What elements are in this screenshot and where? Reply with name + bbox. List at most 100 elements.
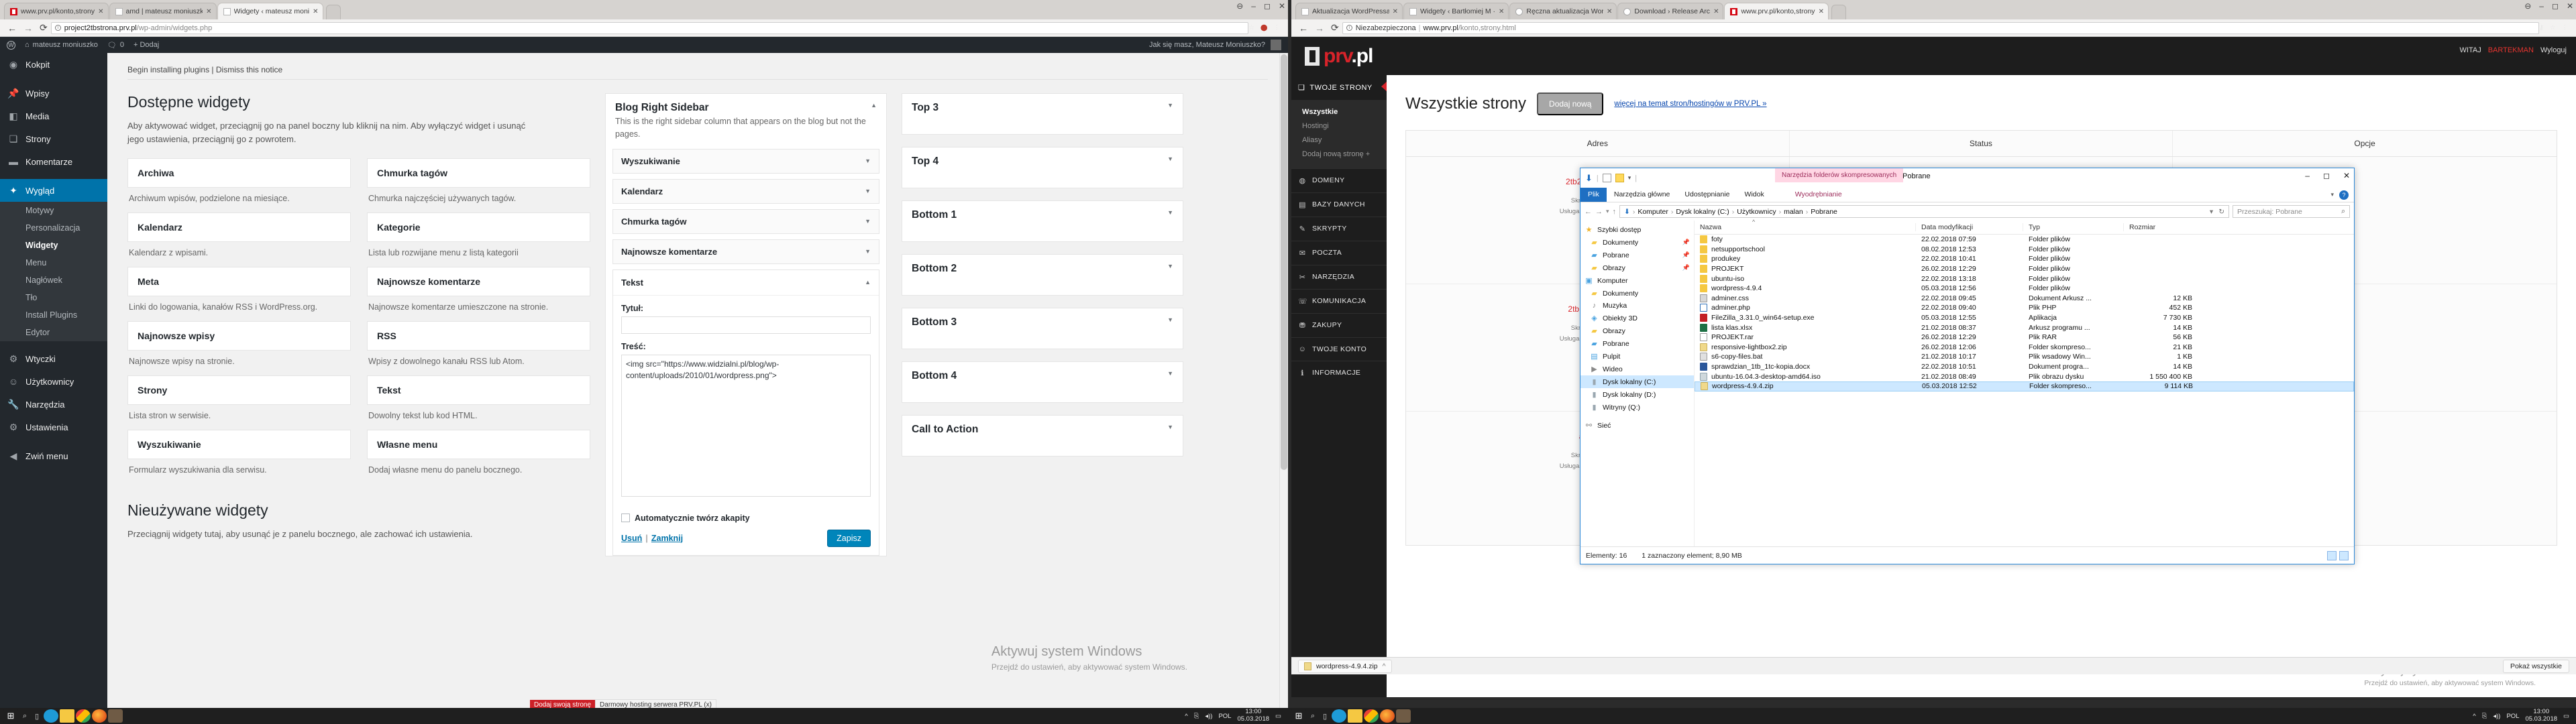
sidebar-item-narzedzia[interactable]: 🔧 Narzędzia bbox=[0, 393, 107, 416]
file-row[interactable]: lista klas.xlsx 21.02.2018 08:37 Arkusz pr… bbox=[1695, 322, 2354, 333]
close-icon[interactable]: ✕ bbox=[206, 8, 211, 15]
explorer-icon[interactable] bbox=[60, 709, 74, 723]
properties-icon[interactable] bbox=[1602, 174, 1611, 182]
taskview-icon[interactable]: ▯ bbox=[1319, 712, 1331, 721]
chevron-down-icon[interactable]: ▾ bbox=[2210, 208, 2213, 216]
sidebar-item-skrypty[interactable]: ✎ SKRYPTY bbox=[1291, 216, 1387, 241]
checkbox-icon[interactable] bbox=[621, 514, 630, 522]
ribbon-tab-plik[interactable]: Plik bbox=[1580, 188, 1607, 202]
sidebar-item-informacje[interactable]: ℹ INFORMACJE bbox=[1291, 360, 1387, 385]
widget-area-call-to-action[interactable]: Call to Action ▼ bbox=[902, 415, 1183, 457]
file-row[interactable]: produkey 22.02.2018 10:41 Folder plików bbox=[1695, 254, 2354, 264]
minimize-button[interactable]: – bbox=[1251, 1, 1256, 11]
file-row[interactable]: PROJEKT 26.02.2018 12:29 Folder plików bbox=[1695, 264, 2354, 274]
tree-item-komputer[interactable]: ▣ Komputer bbox=[1580, 274, 1694, 287]
chevron-down-icon[interactable]: ▾ bbox=[2330, 191, 2334, 198]
sidebar-item-twoje-strony[interactable]: ❏ TWOJE STRONY bbox=[1291, 75, 1387, 100]
file-row[interactable]: PROJEKT.rar 26.02.2018 12:29 Plik RAR 56 KB bbox=[1695, 333, 2354, 343]
breadcrumb[interactable]: ⬇ › Komputer › Dysk lokalny (C:) › Użytkow… bbox=[1619, 205, 2229, 218]
forward-icon[interactable]: → bbox=[1315, 23, 1324, 34]
file-row[interactable]: FileZilla_3.31.0_win64-setup.exe 05.03.20… bbox=[1695, 313, 2354, 323]
account-icon[interactable]: ⊖ bbox=[1236, 1, 1243, 11]
tree-item-pobrane-2[interactable]: ▰ Pobrane bbox=[1580, 337, 1694, 350]
browser-tab[interactable]: www.prv.pl/konto,strony ✕ bbox=[4, 3, 109, 19]
widget-row[interactable]: Chmurka tagów ▼ bbox=[612, 208, 879, 234]
chevron-down-icon[interactable]: ▼ bbox=[1167, 209, 1173, 216]
firefox-icon[interactable] bbox=[92, 709, 107, 723]
close-icon[interactable]: ✕ bbox=[1607, 8, 1612, 15]
tree-item-dokumenty-2[interactable]: ▰ Dokumenty bbox=[1580, 287, 1694, 300]
widget-card[interactable]: Tekst Dowolny tekst lub kod HTML. bbox=[367, 375, 590, 420]
chevron-down-icon[interactable]: ▼ bbox=[1167, 316, 1173, 323]
chevron-down-icon[interactable]: ▼ bbox=[865, 158, 871, 164]
chevron-down-icon[interactable]: ▼ bbox=[865, 248, 871, 255]
sidebar-item-domeny[interactable]: ◍ DOMENY bbox=[1291, 168, 1387, 192]
bookmark-star-icon[interactable]: ☆ bbox=[1248, 24, 1254, 32]
tree-item-obiekty-3d[interactable]: ◈ Obiekty 3D bbox=[1580, 312, 1694, 324]
sidebar-item-wpisy[interactable]: 📌 Wpisy bbox=[0, 82, 107, 105]
tree-item-wideo[interactable]: ▶ Wideo bbox=[1580, 363, 1694, 375]
sidebar-subitem-naglowek[interactable]: Nagłówek bbox=[0, 272, 107, 289]
start-icon[interactable]: ⊞ bbox=[1291, 709, 1306, 723]
tree-item-obrazy[interactable]: ▰ Obrazy 📌 bbox=[1580, 261, 1694, 274]
widget-card[interactable]: Własne menu Dodaj własne menu do panelu b… bbox=[367, 430, 590, 475]
sidebar-item-komentarze[interactable]: ▬ Komentarze bbox=[0, 150, 107, 173]
chevron-down-icon[interactable]: ▼ bbox=[865, 218, 871, 225]
bookmark-star-icon[interactable]: ☆ bbox=[2550, 24, 2556, 32]
widget-card[interactable]: Najnowsze komentarze Najnowsze komentarze… bbox=[367, 267, 590, 312]
chevron-down-icon[interactable]: ▼ bbox=[1167, 102, 1173, 109]
title-input[interactable] bbox=[621, 316, 871, 334]
wp-comments-count[interactable]: 🗨 0 bbox=[107, 41, 124, 50]
search-icon[interactable]: ⌕ bbox=[19, 712, 31, 721]
widget-card[interactable]: Meta Linki do logowania, kanałów RSS i Wo… bbox=[127, 267, 351, 312]
breadcrumb-item[interactable]: malan bbox=[1784, 208, 1803, 216]
browser-tab-active[interactable]: Widgety ‹ mateusz moni ✕ bbox=[217, 3, 323, 19]
close-button[interactable]: ✕ bbox=[1279, 1, 1285, 11]
notifications-icon[interactable]: ▭ bbox=[2563, 713, 2569, 720]
gimp-icon[interactable] bbox=[108, 709, 123, 723]
show-all-downloads-button[interactable]: Pokaż wszystkie bbox=[2502, 659, 2569, 673]
forward-icon[interactable]: → bbox=[1595, 208, 1603, 216]
autop-checkbox-row[interactable]: Automatycznie twórz akapity bbox=[613, 507, 879, 523]
edge-icon[interactable] bbox=[1332, 709, 1346, 723]
sidebar-item-collapse[interactable]: ◀ Zwiń menu bbox=[0, 444, 107, 467]
file-row[interactable]: ubuntu-16.04.3-desktop-amd64.iso 21.02.20… bbox=[1695, 371, 2354, 381]
admin-notice[interactable]: Begin installing plugins | Dismiss this … bbox=[127, 65, 1268, 80]
chevron-down-icon[interactable]: ▼ bbox=[1167, 156, 1173, 162]
column-header-rozmiar[interactable]: Rozmiar bbox=[2124, 223, 2198, 231]
chevron-down-icon[interactable]: ▼ bbox=[1167, 370, 1173, 377]
notifications-icon[interactable]: ▭ bbox=[1275, 713, 1281, 720]
network-icon[interactable]: ⎘ bbox=[2482, 713, 2487, 720]
chevron-down-icon[interactable]: ▾ bbox=[1628, 174, 1631, 182]
prv-logo[interactable]: prv.pl bbox=[1291, 45, 1385, 68]
volume-icon[interactable]: ◂)) bbox=[2493, 713, 2500, 720]
sidebar-subitem-install-plugins[interactable]: Install Plugins bbox=[0, 306, 107, 324]
details-view-button[interactable] bbox=[2327, 550, 2337, 560]
file-row[interactable]: netsupportschool 08.02.2018 12:53 Folder p… bbox=[1695, 245, 2354, 255]
close-icon[interactable]: ✕ bbox=[98, 8, 103, 15]
address-bar[interactable]: i project2tbstrona.prv.pl /wp-admin/widg… bbox=[50, 21, 1249, 34]
subitem-wszystkie[interactable]: Wszystkie bbox=[1302, 105, 1387, 119]
widget-card[interactable]: Kalendarz Kalendarz z wpisami. bbox=[127, 213, 351, 257]
explorer-icon[interactable] bbox=[1348, 709, 1362, 723]
close-button[interactable]: ✕ bbox=[2343, 171, 2350, 180]
breadcrumb-item[interactable]: Dysk lokalny (C:) bbox=[1676, 208, 1729, 216]
sidebar-item-strony[interactable]: ❏ Strony bbox=[0, 127, 107, 150]
body-textarea[interactable]: <img src="https://www.widzialni.pl/blog/… bbox=[621, 354, 871, 497]
info-icon[interactable]: i bbox=[54, 25, 61, 31]
language-indicator[interactable]: POL bbox=[2506, 713, 2519, 720]
new-folder-icon[interactable] bbox=[1615, 174, 1624, 182]
breadcrumb-item[interactable]: Komputer bbox=[1638, 208, 1668, 216]
sidebar-item-poczta[interactable]: ✉ POCZTA bbox=[1291, 240, 1387, 265]
close-icon[interactable]: ✕ bbox=[1393, 8, 1398, 15]
tree-item-witryny-q[interactable]: ▮ Witryny (Q:) bbox=[1580, 401, 1694, 414]
tree-item-dokumenty[interactable]: ▰ Dokumenty 📌 bbox=[1580, 236, 1694, 249]
subitem-aliasy[interactable]: Aliasy bbox=[1302, 133, 1387, 147]
back-icon[interactable]: ← bbox=[1585, 208, 1592, 216]
clock[interactable]: 13:00 05.03.2018 bbox=[1237, 708, 1269, 723]
tree-item-muzyka[interactable]: ♪ Muzyka bbox=[1580, 300, 1694, 312]
taskview-icon[interactable]: ▯ bbox=[31, 712, 43, 721]
ribbon-tab-wyodrebnianie[interactable]: Wyodrębnianie bbox=[1788, 188, 1849, 202]
file-row[interactable]: foty 22.02.2018 07:59 Folder plików bbox=[1695, 235, 2354, 245]
chrome-icon[interactable] bbox=[76, 709, 91, 723]
